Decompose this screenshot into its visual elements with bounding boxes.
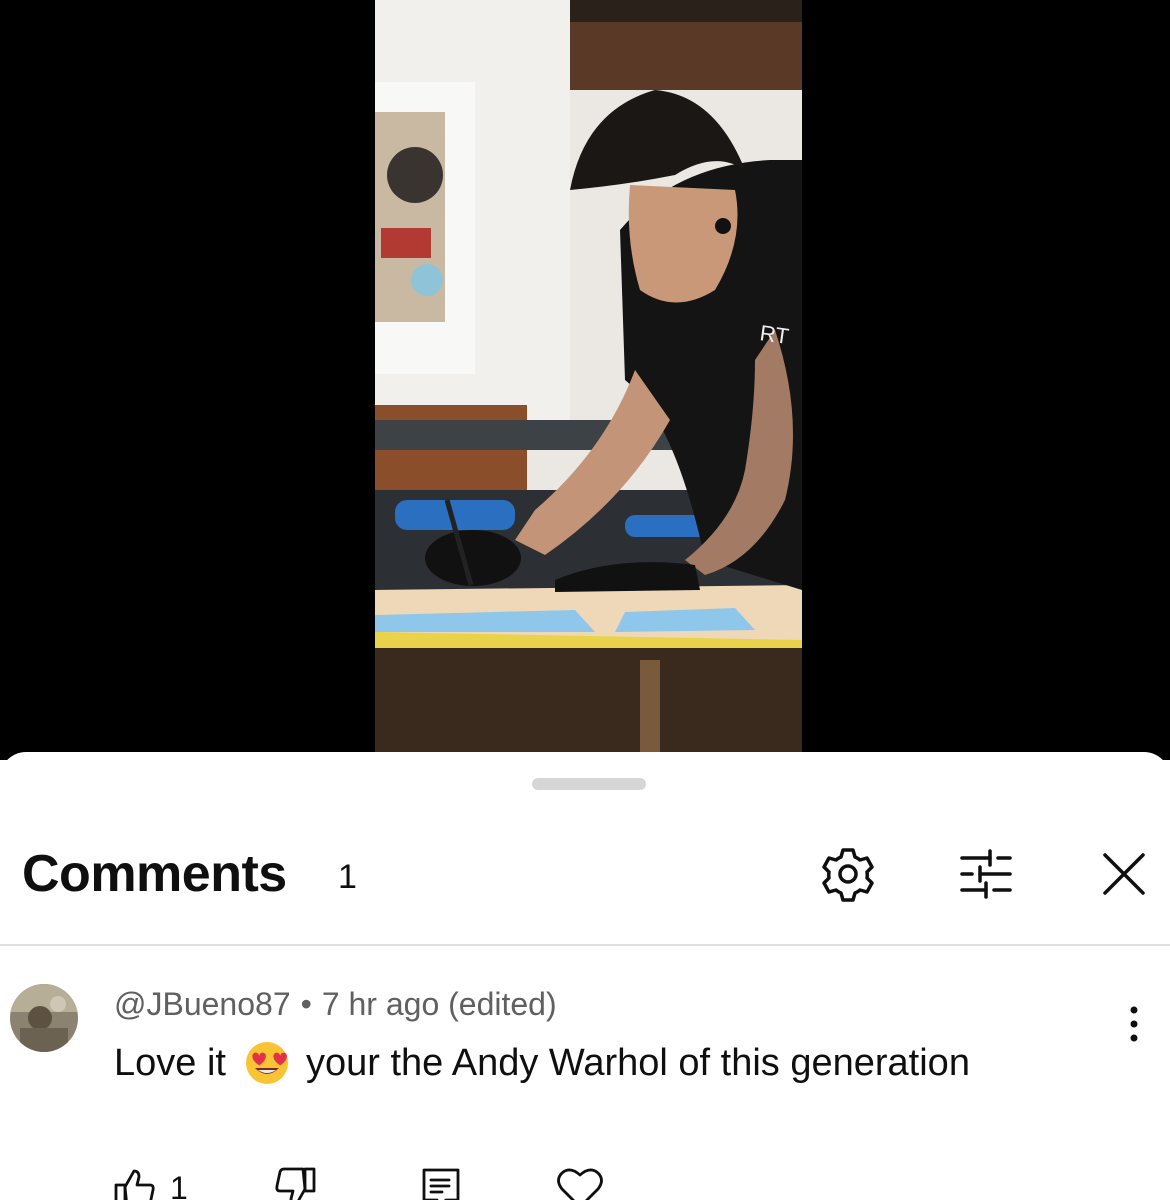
heart-icon (557, 1168, 603, 1200)
like-button[interactable]: 1 (112, 1160, 188, 1200)
video-player[interactable]: RT (0, 0, 1170, 760)
reply-button[interactable] (418, 1160, 464, 1200)
video-frame: RT (375, 0, 802, 760)
header-divider (0, 944, 1170, 946)
avatar[interactable] (10, 984, 78, 1052)
close-button[interactable] (1088, 838, 1160, 910)
comment-meta: @JBueno87 • 7 hr ago (edited) (114, 986, 557, 1023)
meta-separator: • (300, 986, 312, 1022)
comment-time: 7 hr ago (edited) (321, 986, 557, 1022)
thumbs-up-icon (114, 1169, 155, 1200)
comment-text-start: Love it (114, 1041, 226, 1084)
settings-button[interactable] (812, 838, 884, 910)
comment-author[interactable]: @JBueno87 (114, 986, 291, 1022)
dislike-button[interactable] (272, 1160, 318, 1200)
avatar-image (10, 984, 78, 1052)
gear-icon (822, 848, 874, 902)
sliders-icon (960, 849, 1012, 899)
comments-header: Comments 1 (0, 838, 1170, 918)
svg-text:RT: RT (758, 320, 790, 349)
comments-title: Comments (22, 845, 287, 903)
comment-item: @JBueno87 • 7 hr ago (edited) Love it your… (0, 980, 1170, 1200)
close-icon (1103, 853, 1145, 895)
like-count: 1 (170, 1169, 188, 1200)
comments-sheet: Comments 1 @JBueno87 • 7 hr ago (edited)… (0, 752, 1170, 1200)
filter-button[interactable] (950, 838, 1022, 910)
reply-icon (422, 1168, 460, 1200)
heart-eyes-emoji-icon (245, 1042, 288, 1084)
video-thumbnail-image: RT (375, 0, 802, 760)
thumbs-down-icon (275, 1167, 316, 1200)
heart-button[interactable] (556, 1160, 604, 1200)
comments-count: 1 (338, 858, 357, 896)
more-vertical-icon (1130, 1006, 1138, 1042)
more-options-button[interactable] (1116, 994, 1152, 1054)
comment-text-end: your the Andy Warhol of this generation (305, 1041, 970, 1084)
comment-actions: 1 (0, 1160, 1170, 1200)
drag-handle[interactable] (532, 778, 646, 790)
comment-body: Love it your the Andy Warhol of this gen… (114, 1040, 970, 1086)
